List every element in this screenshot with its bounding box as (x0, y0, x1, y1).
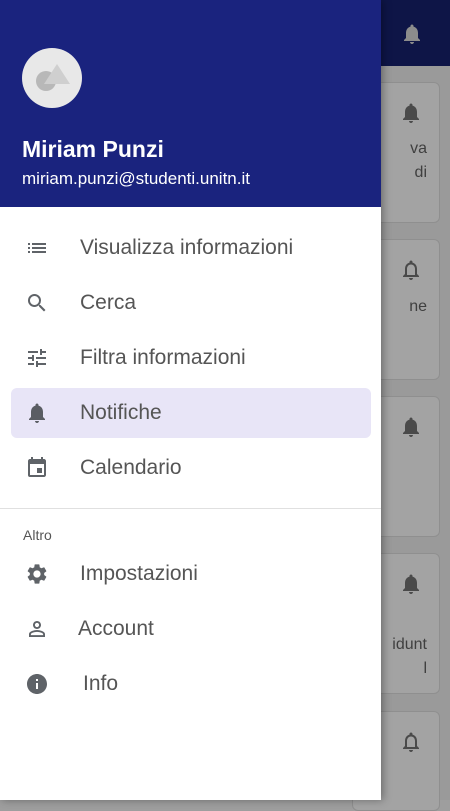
user-email: miriam.punzi@studenti.unitn.it (22, 169, 250, 188)
tune-icon (28, 349, 46, 367)
menu-item-label: Impostazioni (80, 562, 198, 585)
menu-item-cerca[interactable]: Cerca (11, 278, 371, 328)
bell-outline-icon (403, 732, 419, 752)
info-icon (27, 674, 47, 694)
user-name: Miriam Punzi (22, 136, 164, 162)
menu-item-label: Cerca (80, 291, 137, 314)
menu-item-label: Visualizza informazioni (80, 236, 294, 259)
shapes-icon (36, 64, 70, 91)
drawer-header: Miriam Punzi miriam.punzi@studenti.unitn… (0, 0, 381, 207)
menu-item-account[interactable]: Account (11, 604, 371, 654)
card-text: di (414, 164, 427, 181)
bell-icon (403, 103, 419, 123)
menu-item-visualizza-informazioni[interactable]: Visualizza informazioni (11, 223, 371, 273)
bell-outline-icon (403, 260, 419, 280)
divider (0, 508, 381, 509)
bell-icon (403, 417, 419, 437)
card-text: va (410, 140, 427, 157)
gear-icon (27, 564, 47, 584)
menu-item-impostazioni[interactable]: Impostazioni (11, 549, 371, 599)
menu-item-label: Filtra informazioni (80, 346, 246, 369)
card-text: l (423, 660, 427, 677)
notifications-icon[interactable] (400, 22, 424, 46)
card-text: idunt (392, 636, 427, 653)
menu-item-filtra-informazioni[interactable]: Filtra informazioni (11, 333, 371, 383)
menu-item-calendario[interactable]: Calendario (11, 443, 371, 493)
person-icon (29, 621, 45, 637)
bell-icon (403, 574, 419, 594)
menu-item-label: Account (78, 617, 154, 640)
bell-icon (29, 403, 45, 423)
menu-item-label: Calendario (80, 456, 182, 479)
section-label-altro: Altro (23, 527, 52, 543)
calendar-icon (28, 457, 46, 477)
search-icon (28, 294, 46, 312)
menu-item-info[interactable]: Info (11, 659, 371, 709)
list-icon (28, 243, 46, 253)
avatar[interactable] (22, 48, 82, 108)
menu-item-label: Info (83, 672, 119, 695)
menu-item-label: Notifiche (80, 401, 162, 424)
menu-item-notifiche[interactable]: Notifiche (11, 388, 371, 438)
navigation-drawer: Miriam Punzi miriam.punzi@studenti.unitn… (0, 0, 381, 800)
card-text: ne (409, 298, 427, 315)
